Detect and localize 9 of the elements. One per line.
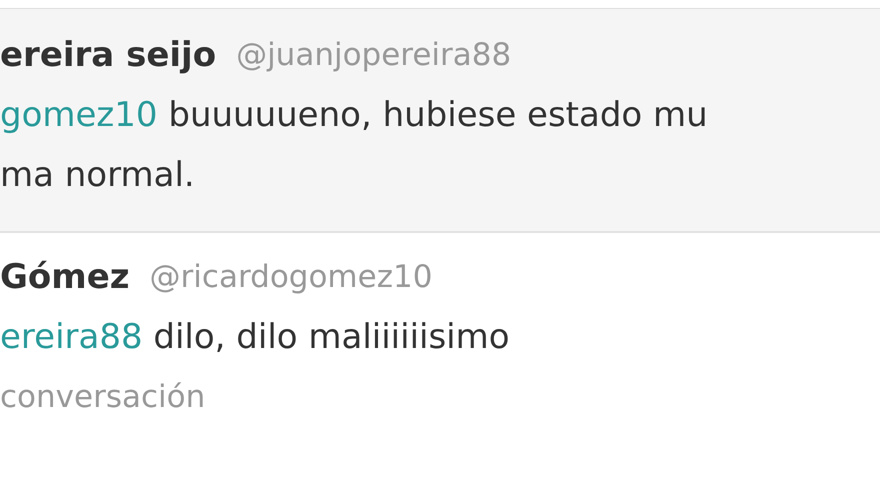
author-handle[interactable]: @ricardogomez10 <box>150 259 432 295</box>
mention-link[interactable]: ereira88 <box>0 317 143 357</box>
mention-link[interactable]: gomez10 <box>0 95 158 135</box>
tweet-text: ereira88 dilo, dilo maliiiiiisimo <box>0 316 511 359</box>
author-name[interactable]: ereira seijo <box>0 35 216 75</box>
author-name[interactable]: Gómez <box>0 257 130 297</box>
author-handle[interactable]: @juanjopereira88 <box>236 37 512 73</box>
tweet-text: gomez10 buuuuueno, hubiese estado mu ma normal. <box>0 94 709 197</box>
conversation-link[interactable]: conversación <box>0 367 206 427</box>
